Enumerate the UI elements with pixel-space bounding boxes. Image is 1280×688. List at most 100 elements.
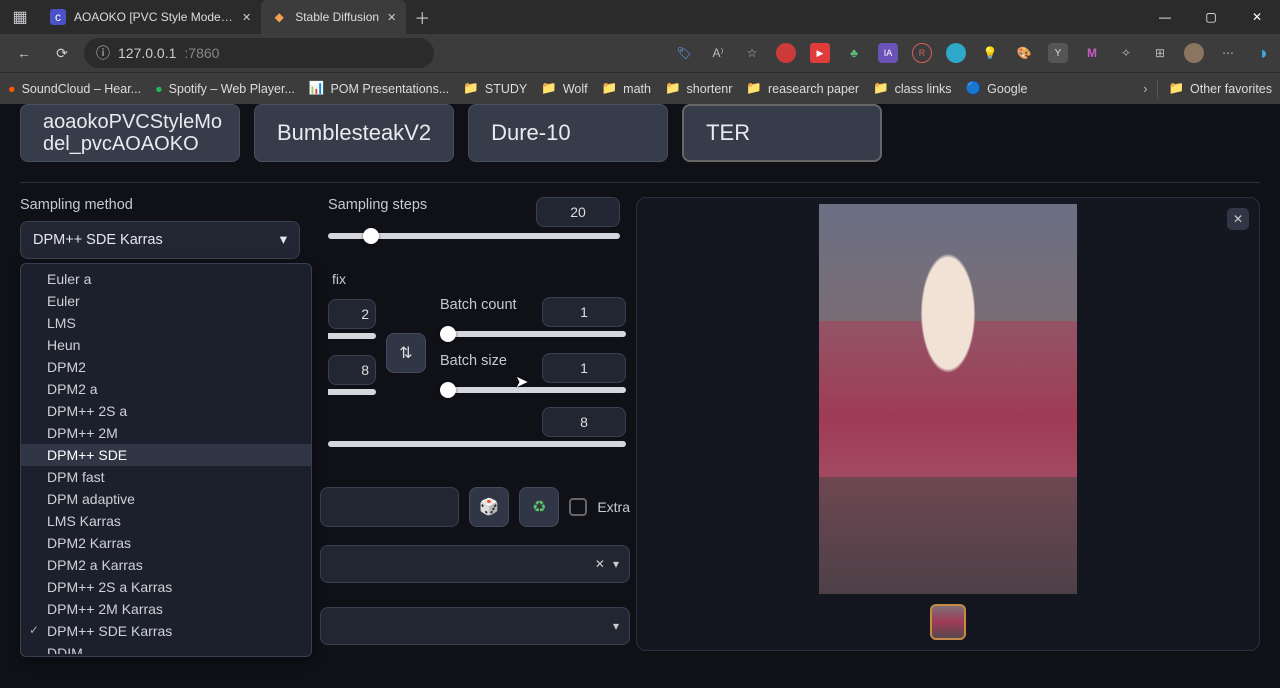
site-info-icon[interactable]: ⓘ bbox=[96, 43, 110, 63]
batch-count-slider[interactable] bbox=[440, 331, 626, 337]
ext-red-circle-icon[interactable] bbox=[776, 43, 796, 63]
sampler-option[interactable]: DPM++ 2S a bbox=[21, 400, 311, 422]
ext-teal-icon[interactable] bbox=[946, 43, 966, 63]
tab-title: Stable Diffusion bbox=[295, 10, 379, 24]
sampler-option[interactable]: DPM++ SDE Karras bbox=[21, 620, 311, 642]
favorite-icon[interactable]: ☆ bbox=[742, 43, 762, 63]
sampler-option[interactable]: DPM fast bbox=[21, 466, 311, 488]
ext-m-icon[interactable]: M bbox=[1082, 43, 1102, 63]
bookmark-math[interactable]: 📁math bbox=[602, 81, 651, 96]
chip-line: del_pvcAOAOKO bbox=[43, 133, 199, 155]
new-tab-button[interactable]: ＋ bbox=[406, 5, 438, 29]
read-aloud-icon[interactable]: A⁾ bbox=[708, 43, 728, 63]
clear-icon[interactable]: ✕ bbox=[595, 557, 605, 571]
style-chip-bumblesteak[interactable]: BumblesteakV2 bbox=[254, 104, 454, 162]
sampler-option[interactable]: LMS bbox=[21, 312, 311, 334]
width-slider-partial[interactable] bbox=[328, 333, 376, 339]
batch-count-value[interactable]: 1 bbox=[542, 297, 626, 327]
sampler-option[interactable]: LMS Karras bbox=[21, 510, 311, 532]
swap-dimensions-button[interactable]: ⇅ bbox=[386, 333, 426, 373]
batch-count-label: Batch count bbox=[440, 297, 542, 313]
sampler-option[interactable]: Euler bbox=[21, 290, 311, 312]
back-button[interactable]: ← bbox=[8, 37, 40, 69]
sampler-option[interactable]: DPM adaptive bbox=[21, 488, 311, 510]
bookmark-wolf[interactable]: 📁Wolf bbox=[541, 81, 587, 96]
height-slider-partial[interactable] bbox=[328, 389, 376, 395]
sampler-option[interactable]: DPM2 a bbox=[21, 378, 311, 400]
bookmark-google[interactable]: 🔵Google bbox=[966, 81, 1028, 96]
batch-size-value[interactable]: 1 bbox=[542, 353, 626, 383]
collections-icon[interactable]: ⊞ bbox=[1150, 43, 1170, 63]
height-value-partial[interactable]: 8 bbox=[328, 355, 376, 385]
more-icon[interactable]: ⋯ bbox=[1218, 43, 1238, 63]
sampler-option[interactable]: Euler a bbox=[21, 268, 311, 290]
dropdown-scroll[interactable]: Euler aEulerLMSHeunDPM2DPM2 aDPM++ 2S aD… bbox=[21, 268, 311, 654]
recycle-button[interactable]: ♻ bbox=[519, 487, 559, 527]
sampler-option[interactable]: DPM++ 2S a Karras bbox=[21, 576, 311, 598]
tag-icon[interactable]: 🏷 bbox=[674, 43, 694, 63]
seed-input[interactable] bbox=[320, 487, 459, 527]
preview-panel: ✕ bbox=[636, 197, 1260, 651]
profile-avatar[interactable] bbox=[1184, 43, 1204, 63]
other-favorites[interactable]: 📁Other favorites bbox=[1168, 81, 1272, 96]
chevron-right-icon[interactable]: › bbox=[1143, 82, 1147, 96]
sampling-steps-slider[interactable] bbox=[328, 233, 620, 239]
bookmark-class-links[interactable]: 📁class links bbox=[873, 81, 952, 96]
close-icon[interactable]: ✕ bbox=[387, 11, 396, 24]
bing-chat-icon[interactable]: ◑ bbox=[1252, 43, 1272, 63]
close-icon[interactable]: ✕ bbox=[1227, 208, 1249, 230]
sampler-option[interactable]: DPM++ 2M Karras bbox=[21, 598, 311, 620]
favicon-civitai: c bbox=[50, 9, 66, 25]
address-bar: ← ⟳ ⓘ 127.0.0.1 :7860 🏷 A⁾ ☆ ▶ ♣ IA R 💡 🎨… bbox=[0, 34, 1280, 72]
ext-palette-icon[interactable]: 🎨 bbox=[1014, 43, 1034, 63]
sampler-option[interactable]: DPM2 Karras bbox=[21, 532, 311, 554]
tab-aoaoko[interactable]: c AOAOKO [PVC Style Model] - PV ✕ bbox=[40, 0, 261, 34]
bookmark-spotify[interactable]: ●Spotify – Web Player... bbox=[155, 82, 295, 96]
style-chip-dure[interactable]: Dure-10 bbox=[468, 104, 668, 162]
url-port: :7860 bbox=[184, 45, 219, 61]
thumbnail[interactable] bbox=[930, 604, 966, 640]
style-chip-aoaoko[interactable]: aoaokoPVCStyleMo del_pvcAOAOKO bbox=[20, 104, 240, 162]
ext-ia-icon[interactable]: IA bbox=[878, 43, 898, 63]
style-chip-ter[interactable]: TER bbox=[682, 104, 882, 162]
batch-size-slider[interactable] bbox=[440, 387, 626, 393]
bookmark-pom[interactable]: 📊POM Presentations... bbox=[309, 81, 449, 96]
favorites-icon[interactable]: ✧ bbox=[1116, 43, 1136, 63]
script-select-2[interactable]: ▾ bbox=[320, 607, 630, 645]
sampler-option[interactable]: Heun bbox=[21, 334, 311, 356]
close-icon[interactable]: ✕ bbox=[242, 11, 251, 24]
cfg-value[interactable]: 8 bbox=[542, 407, 626, 437]
bookmark-reasearch[interactable]: 📁reasearch paper bbox=[746, 81, 859, 96]
tab-overview-icon[interactable]: ▦ bbox=[0, 7, 40, 27]
width-value-partial[interactable]: 2 bbox=[328, 299, 376, 329]
cfg-slider[interactable] bbox=[328, 441, 626, 447]
ext-rd-icon[interactable]: R bbox=[912, 43, 932, 63]
minimize-button[interactable]: — bbox=[1142, 0, 1188, 34]
chevron-down-icon: ▾ bbox=[613, 619, 619, 633]
script-select-1[interactable]: ✕ ▾ bbox=[320, 545, 630, 583]
ext-green-icon[interactable]: ♣ bbox=[844, 43, 864, 63]
sampler-option[interactable]: DPM++ 2M bbox=[21, 422, 311, 444]
close-window-button[interactable]: ✕ bbox=[1234, 0, 1280, 34]
extra-checkbox[interactable] bbox=[569, 498, 587, 516]
ext-bulb-icon[interactable]: 💡 bbox=[980, 43, 1000, 63]
sampling-method-select[interactable]: DPM++ SDE Karras ▾ bbox=[20, 221, 300, 259]
sampler-option[interactable]: DDIM bbox=[21, 642, 311, 654]
sampling-steps-value[interactable]: 20 bbox=[536, 197, 620, 227]
sampler-option[interactable]: DPM2 a Karras bbox=[21, 554, 311, 576]
bookmark-shortenr[interactable]: 📁shortenr bbox=[665, 81, 732, 96]
maximize-button[interactable]: ▢ bbox=[1188, 0, 1234, 34]
ext-yt-icon[interactable]: ▶ bbox=[810, 43, 830, 63]
sampler-option[interactable]: DPM2 bbox=[21, 356, 311, 378]
refresh-button[interactable]: ⟳ bbox=[46, 37, 78, 69]
url-input[interactable]: ⓘ 127.0.0.1 :7860 bbox=[84, 38, 434, 68]
generated-image[interactable] bbox=[819, 204, 1077, 594]
bookmark-study[interactable]: 📁STUDY bbox=[463, 81, 527, 96]
dice-button[interactable]: 🎲 bbox=[469, 487, 509, 527]
url-host: 127.0.0.1 bbox=[118, 45, 176, 61]
window-controls: — ▢ ✕ bbox=[1142, 0, 1280, 34]
ext-y-icon[interactable]: Y bbox=[1048, 43, 1068, 63]
tab-stable-diffusion[interactable]: ◆ Stable Diffusion ✕ bbox=[261, 0, 406, 34]
bookmark-soundcloud[interactable]: ●SoundCloud – Hear... bbox=[8, 82, 141, 96]
sampler-option[interactable]: DPM++ SDE bbox=[21, 444, 311, 466]
